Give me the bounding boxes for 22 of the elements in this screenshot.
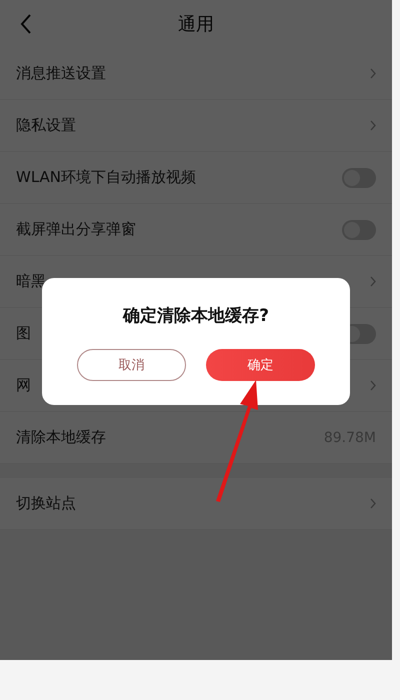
chevron-icon (370, 120, 376, 131)
confirm-button[interactable]: 确定 (206, 349, 315, 381)
row-label: 图 (16, 324, 31, 343)
row-label: 切换站点 (16, 494, 76, 513)
back-icon[interactable] (20, 13, 32, 35)
settings-row[interactable]: 隐私设置 (0, 100, 392, 152)
settings-row[interactable]: 截屏弹出分享弹窗 (0, 204, 392, 256)
row-label: 网 (16, 376, 31, 395)
row-label: 隐私设置 (16, 116, 76, 135)
chevron-icon (370, 380, 376, 391)
cancel-button[interactable]: 取消 (77, 349, 186, 381)
row-label: WLAN环境下自动播放视频 (16, 168, 196, 187)
page-title: 通用 (178, 13, 214, 36)
chevron-icon (370, 276, 376, 287)
settings-row[interactable]: WLAN环境下自动播放视频 (0, 152, 392, 204)
chevron-icon (370, 498, 376, 509)
dialog-title: 确定清除本地缓存? (123, 305, 269, 327)
row-label: 截屏弹出分享弹窗 (16, 220, 136, 239)
settings-row[interactable]: 消息推送设置 (0, 48, 392, 100)
row-label: 消息推送设置 (16, 64, 106, 83)
row-label: 清除本地缓存 (16, 428, 106, 447)
chevron-icon (370, 68, 376, 79)
